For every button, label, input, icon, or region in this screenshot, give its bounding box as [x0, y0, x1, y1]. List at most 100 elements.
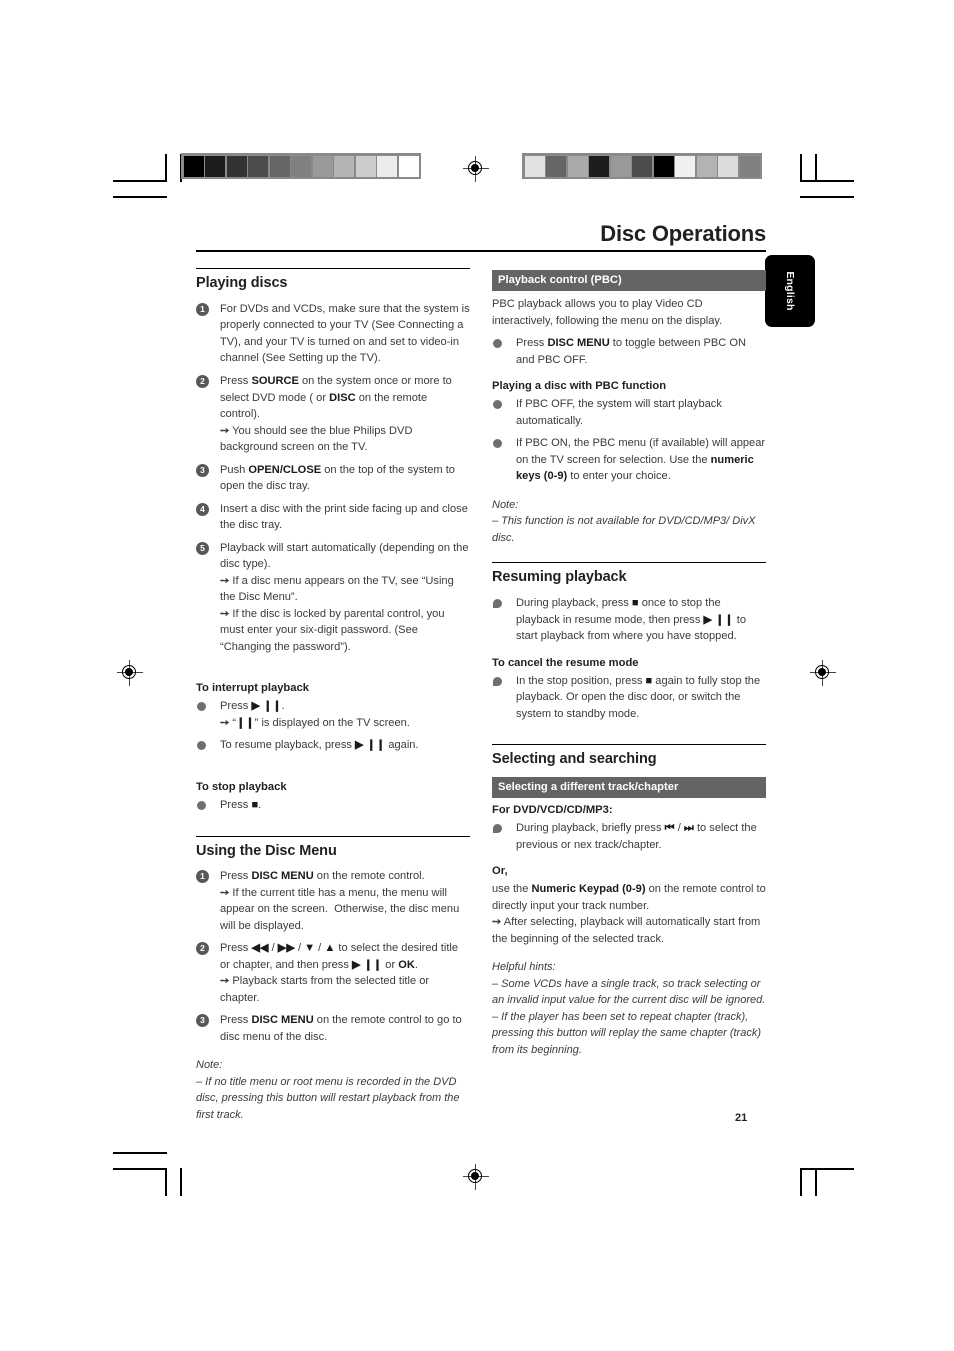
- bullet-icon: [493, 400, 502, 410]
- bullet-text: If PBC ON, the PBC menu (if available) w…: [516, 437, 766, 483]
- disc-menu-step-list: 1 Press DISC MENU on the remote control. ➙…: [196, 868, 470, 1045]
- heading-playing-a-disc-with-pbc-function: Playing a disc with PBC function: [492, 380, 667, 393]
- grayscale-calibration-bar-left: [181, 153, 421, 179]
- step-text: Press DISC MENU on the remote control to…: [220, 1014, 462, 1043]
- page-content: Disc Operations Playing discs 1 For DVDs …: [196, 221, 766, 1123]
- note-disc-menu: Note: – If no title menu or root menu is…: [196, 1057, 470, 1123]
- resuming-playback-bullets: During playback, press ■ once to stop th…: [492, 595, 766, 645]
- two-column-layout: Playing discs 1 For DVDs and VCDs, make s…: [196, 268, 766, 1123]
- heading-playing-discs: Playing discs: [196, 268, 470, 295]
- step-number: 3: [196, 463, 209, 477]
- bullet-item: During playback, briefly press ⏮ / ⏭ to …: [492, 820, 766, 853]
- selecting-track-bullets: During playback, briefly press ⏮ / ⏭ to …: [492, 820, 766, 853]
- gray-swatch: [398, 155, 419, 177]
- step-number: 5: [196, 541, 209, 555]
- left-column: Playing discs 1 For DVDs and VCDs, make s…: [196, 268, 470, 1123]
- heading-using-the-disc-menu: Using the Disc Menu: [196, 835, 470, 863]
- heading-or: Or,: [492, 865, 508, 878]
- bullet-icon: [493, 339, 502, 349]
- registration-mark-right: [810, 660, 836, 686]
- gray-swatch: [291, 155, 311, 177]
- step-number: 2: [196, 942, 209, 956]
- step-number: 1: [196, 870, 209, 884]
- gray-swatch: [524, 155, 545, 177]
- bullet-item: In the stop position, press ■ again to f…: [492, 673, 766, 723]
- interrupt-playback-bullets: Press ▶ ❙❙. ➙ “❙❙” is displayed on the TV…: [196, 698, 470, 754]
- language-tab-english: English: [765, 255, 815, 327]
- numbered-step: 1 For DVDs and VCDs, make sure that the s…: [196, 301, 470, 367]
- registration-mark-left: [117, 660, 143, 686]
- bullet-text: During playback, press ■ once to stop th…: [516, 597, 747, 643]
- bullet-item: To resume playback, press ▶ ❙❙ again.: [196, 737, 470, 754]
- helpful-hints: Helpful hints: – Some VCDs have a single…: [492, 959, 766, 1058]
- numbered-step: 2 Press SOURCE on the system once or more…: [196, 373, 470, 456]
- bullet-icon: [493, 676, 502, 686]
- bullet-text: Press ■.: [220, 799, 262, 812]
- note-text: – If no title menu or root menu is recor…: [196, 1075, 460, 1121]
- crop-mark-bottom-left-v2: [180, 1168, 182, 1196]
- numbered-step: 3 Push OPEN/CLOSE on the top of the syste…: [196, 462, 470, 495]
- heading-for-dvd-vcd-cd-mp3: For DVD/VCD/CD/MP3:: [492, 804, 613, 817]
- bullet-text: Press DISC MENU to toggle between PBC ON…: [516, 337, 747, 366]
- helpful-hints-label: Helpful hints:: [492, 961, 556, 974]
- right-column: Playback control (PBC) PBC playback allo…: [492, 268, 766, 1123]
- crop-mark-bottom-right-v1: [800, 1168, 802, 1196]
- bar-heading-selecting-a-different-track-chapter: Selecting a different track/chapter: [492, 777, 766, 799]
- numbered-step: 2 Press ◀◀ / ▶▶ / ▼ / ▲ to select the des…: [196, 940, 470, 1006]
- step-number: 4: [196, 502, 209, 516]
- bullet-item: Press ■.: [196, 797, 470, 814]
- crop-mark-bottom-left-h1: [113, 1152, 167, 1154]
- numeric-keypad-instructions: use the Numeric Keypad (0-9) on the remo…: [492, 883, 766, 945]
- gray-swatch: [226, 155, 247, 177]
- bullet-icon: [197, 741, 206, 751]
- pbc-bullets: Press DISC MENU to toggle between PBC ON…: [492, 335, 766, 368]
- heading-selecting-and-searching: Selecting and searching: [492, 744, 766, 771]
- crop-mark-top-right-h2: [800, 196, 854, 198]
- step-text: Insert a disc with the print side facing…: [220, 502, 468, 532]
- helpful-hint-item: – Some VCDs have a single track, so trac…: [492, 977, 766, 1007]
- bullet-icon: [197, 702, 206, 712]
- gray-swatch: [546, 155, 566, 177]
- playing-discs-step-list: 1 For DVDs and VCDs, make sure that the s…: [196, 301, 470, 655]
- registration-mark-bottom-center: [463, 1164, 489, 1190]
- page-number: 21: [735, 1112, 748, 1124]
- helpful-hint-item: – If the player has been set to repeat c…: [492, 1010, 762, 1056]
- bar-heading-playback-control-pbc: Playback control (PBC): [492, 270, 766, 292]
- bullet-item: If PBC OFF, the system will start playba…: [492, 396, 766, 429]
- step-text: Press ◀◀ / ▶▶ / ▼ / ▲ to select the desi…: [220, 942, 459, 1004]
- gray-swatch: [312, 155, 333, 177]
- gray-swatch: [248, 155, 268, 177]
- crop-mark-top-right-v1: [800, 154, 802, 182]
- bullet-text: To resume playback, press ▶ ❙❙ again.: [220, 739, 419, 752]
- crop-mark-bottom-right-v2: [815, 1168, 817, 1196]
- heading-to-cancel-the-resume-mode: To cancel the resume mode: [492, 656, 639, 669]
- gray-swatch: [355, 155, 376, 177]
- numbered-step: 4 Insert a disc with the print side facin…: [196, 501, 470, 534]
- numbered-step: 1 Press DISC MENU on the remote control. ➙…: [196, 868, 470, 934]
- gray-swatch: [718, 155, 738, 177]
- gray-swatch: [739, 155, 760, 177]
- step-text: Push OPEN/CLOSE on the top of the system…: [220, 463, 455, 493]
- bullet-icon: [493, 439, 502, 449]
- gray-swatch: [610, 155, 631, 177]
- gray-swatch: [675, 155, 695, 177]
- crop-mark-bottom-right-h1: [800, 1168, 854, 1170]
- note-label: Note:: [196, 1059, 223, 1072]
- numbered-step: 3 Press DISC MENU on the remote control t…: [196, 1012, 470, 1045]
- cancel-resume-bullets: In the stop position, press ■ again to f…: [492, 673, 766, 723]
- heading-resuming-playback: Resuming playback: [492, 562, 766, 589]
- bullet-item: Press DISC MENU to toggle between PBC ON…: [492, 335, 766, 368]
- gray-swatch: [589, 155, 609, 177]
- note-label: Note:: [492, 498, 519, 511]
- step-text: Press SOURCE on the system once or more …: [220, 375, 452, 454]
- bullet-icon: [197, 801, 206, 811]
- bullet-icon: [493, 599, 502, 609]
- gray-swatch: [205, 155, 225, 177]
- step-number: 2: [196, 375, 209, 388]
- pbc-sub-bullets: If PBC OFF, the system will start playba…: [492, 396, 766, 485]
- page-title: Disc Operations: [600, 221, 766, 246]
- language-tab-label: English: [784, 271, 796, 311]
- gray-swatch: [696, 155, 717, 177]
- gray-swatch: [269, 155, 290, 177]
- crop-mark-top-left-v1: [165, 154, 167, 182]
